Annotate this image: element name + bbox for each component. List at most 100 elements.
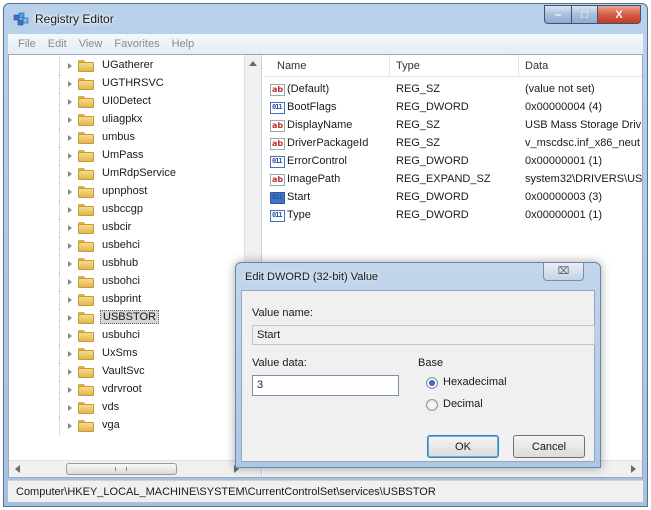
tree-item[interactable]: umbus [9,129,244,147]
tree-item[interactable]: usbohci [9,273,244,291]
expand-arrow-icon[interactable] [68,369,72,375]
tree-item-label[interactable]: UI0Detect [100,95,153,107]
column-divider[interactable] [518,55,519,77]
expand-arrow-icon[interactable] [68,207,72,213]
tree-item[interactable]: upnphost [9,183,244,201]
value-row[interactable]: 011 Start REG_DWORD 0x00000003 (3) [263,189,642,207]
ok-button[interactable]: OK [427,435,499,458]
tree-item[interactable]: usbprint [9,291,244,309]
column-type[interactable]: Type [396,60,420,72]
tree-item[interactable]: usbccgp [9,201,244,219]
cancel-button[interactable]: Cancel [513,435,585,458]
expand-arrow-icon[interactable] [68,225,72,231]
tree-item-label[interactable]: usbcir [100,221,133,233]
tree-item-label[interactable]: UxSms [100,347,139,359]
menu-help[interactable]: Help [166,38,201,50]
value-row[interactable]: 011 ErrorControl REG_DWORD 0x00000001 (1) [263,153,642,171]
expand-arrow-icon[interactable] [68,189,72,195]
value-row[interactable]: ab DriverPackageId REG_SZ v_mscdsc.inf_x86_… [263,135,642,153]
tree-item[interactable]: usbcir [9,219,244,237]
expand-arrow-icon[interactable] [68,81,72,87]
value-data-input[interactable]: 3 [252,375,399,396]
expand-arrow-icon[interactable] [68,99,72,105]
tree-item[interactable]: UmRdpService [9,165,244,183]
expand-arrow-icon[interactable] [68,333,72,339]
menu-view[interactable]: View [73,38,109,50]
tree-item-label[interactable]: UGatherer [100,59,155,71]
tree-item-label[interactable]: uliagpkx [100,113,144,125]
tree-item[interactable]: UmPass [9,147,244,165]
expand-arrow-icon[interactable] [68,243,72,249]
column-data[interactable]: Data [525,60,548,72]
expand-arrow-icon[interactable] [68,315,72,321]
tree-item[interactable]: usbuhci [9,327,244,345]
title-bar[interactable]: Registry Editor – □ X [4,4,647,34]
tree-item-label[interactable]: vdrvroot [100,383,144,395]
decimal-radio[interactable] [426,399,438,411]
tree-item-label[interactable]: usbccgp [100,203,145,215]
tree-item-label[interactable]: usbuhci [100,329,142,341]
tree-item-label[interactable]: UmPass [100,149,146,161]
expand-arrow-icon[interactable] [68,423,72,429]
value-row[interactable]: ab DisplayName REG_SZ USB Mass Storage Driv [263,117,642,135]
expand-arrow-icon[interactable] [68,279,72,285]
tree-item[interactable]: usbhub [9,255,244,273]
value-type: REG_EXPAND_SZ [396,173,491,185]
tree-item-label[interactable]: usbohci [100,275,142,287]
expand-arrow-icon[interactable] [68,63,72,69]
tree-item-label[interactable]: UmRdpService [100,167,178,179]
value-row[interactable]: 011 Type REG_DWORD 0x00000001 (1) [263,207,642,225]
expand-arrow-icon[interactable] [68,135,72,141]
tree-item[interactable]: USBSTOR [9,309,244,327]
expand-arrow-icon[interactable] [68,117,72,123]
tree-horizontal-scrollbar[interactable] [9,460,261,477]
minimize-button[interactable]: – [544,5,571,24]
tree-item[interactable]: vds [9,399,244,417]
tree-item[interactable]: vdrvroot [9,381,244,399]
tree-item[interactable]: UGatherer [9,57,244,75]
hexadecimal-radio-label[interactable]: Hexadecimal [443,376,507,388]
tree-item-label[interactable]: VaultSvc [100,365,147,377]
dialog-close-button[interactable]: ⌧ [543,263,584,281]
tree-item[interactable]: usbehci [9,237,244,255]
column-name[interactable]: Name [277,60,306,72]
tree-item-label[interactable]: vds [100,401,121,413]
expand-arrow-icon[interactable] [68,261,72,267]
tree-item[interactable]: UI0Detect [9,93,244,111]
expand-arrow-icon[interactable] [68,297,72,303]
menu-edit[interactable]: Edit [42,38,73,50]
tree-item[interactable]: vga [9,417,244,435]
tree-item-label[interactable]: usbprint [100,293,143,305]
tree-item-label[interactable]: usbhub [100,257,140,269]
tree-item-label[interactable]: UGTHRSVC [100,77,166,89]
menu-favorites[interactable]: Favorites [108,38,165,50]
tree-item[interactable]: UGTHRSVC [9,75,244,93]
tree-item-label[interactable]: USBSTOR [100,310,159,324]
value-row[interactable]: 011 BootFlags REG_DWORD 0x00000004 (4) [263,99,642,117]
close-button[interactable]: X [597,5,641,24]
maximize-button[interactable]: □ [571,5,597,24]
value-row[interactable]: ab (Default) REG_SZ (value not set) [263,81,642,99]
menu-file[interactable]: File [12,38,42,50]
tree-item-label[interactable]: umbus [100,131,137,143]
expand-arrow-icon[interactable] [68,153,72,159]
tree-item-label[interactable]: upnphost [100,185,149,197]
scroll-up-icon[interactable] [249,61,257,66]
scroll-right-icon[interactable] [631,465,636,473]
tree-item[interactable]: VaultSvc [9,363,244,381]
decimal-radio-label[interactable]: Decimal [443,398,483,410]
tree-item-label[interactable]: vga [100,419,122,431]
tree-item[interactable]: UxSms [9,345,244,363]
column-divider[interactable] [389,55,390,77]
expand-arrow-icon[interactable] [68,405,72,411]
tree-scroll-thumb[interactable] [66,463,177,475]
scroll-left-icon[interactable] [15,465,20,473]
hexadecimal-radio[interactable] [426,377,438,389]
tree-item[interactable]: uliagpkx [9,111,244,129]
tree-item-label[interactable]: usbehci [100,239,142,251]
expand-arrow-icon[interactable] [68,351,72,357]
minimize-icon: – [554,8,562,21]
value-row[interactable]: ab ImagePath REG_EXPAND_SZ system32\DRIVERS… [263,171,642,189]
expand-arrow-icon[interactable] [68,171,72,177]
expand-arrow-icon[interactable] [68,387,72,393]
